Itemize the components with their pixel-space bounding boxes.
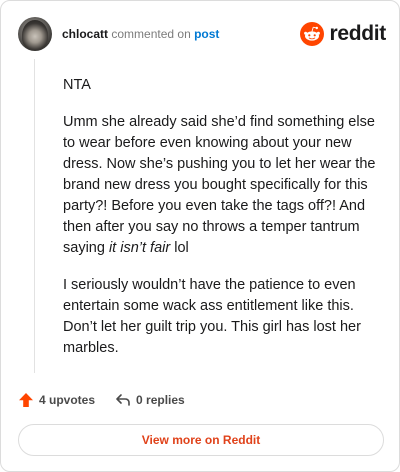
comment-meta: chlocatt commented on post bbox=[62, 26, 219, 42]
username-link[interactable]: chlocatt bbox=[62, 27, 108, 41]
reddit-wordmark: reddit bbox=[329, 22, 386, 45]
comment-header: chlocatt commented on post reddit bbox=[18, 17, 386, 51]
comment-actions: 4 upvotes 0 replies bbox=[18, 389, 205, 411]
comment-line-1: NTA bbox=[63, 77, 91, 93]
upvote-count: 4 upvotes bbox=[39, 393, 96, 407]
view-more-button[interactable]: View more on Reddit bbox=[18, 424, 384, 456]
para1-end: lol bbox=[170, 240, 189, 256]
para1-start: Umm she already said she’d find somethin… bbox=[63, 114, 376, 256]
embed-card: chlocatt commented on post reddit NTA Um… bbox=[0, 0, 400, 472]
replies-button[interactable]: 0 replies bbox=[115, 392, 185, 408]
upvote-arrow-icon bbox=[19, 393, 33, 407]
para1-italic: it isn’t fair bbox=[108, 240, 171, 256]
upvote-button[interactable]: 4 upvotes bbox=[18, 392, 95, 408]
comment-body: NTA Umm she already said she’d find some… bbox=[63, 75, 381, 375]
reply-count: 0 replies bbox=[136, 393, 185, 407]
avatar[interactable] bbox=[18, 17, 52, 51]
comment-paragraph-1: Umm she already said she’d find somethin… bbox=[63, 112, 381, 259]
action-text: commented on bbox=[111, 27, 191, 41]
reply-arrow-icon bbox=[116, 394, 130, 406]
post-link[interactable]: post bbox=[194, 27, 219, 41]
thread-line bbox=[34, 59, 35, 373]
reddit-logo[interactable]: reddit bbox=[300, 20, 386, 48]
reddit-snoo-icon bbox=[300, 22, 325, 46]
comment-paragraph-2: I seriously wouldn’t have the patience t… bbox=[63, 277, 361, 356]
